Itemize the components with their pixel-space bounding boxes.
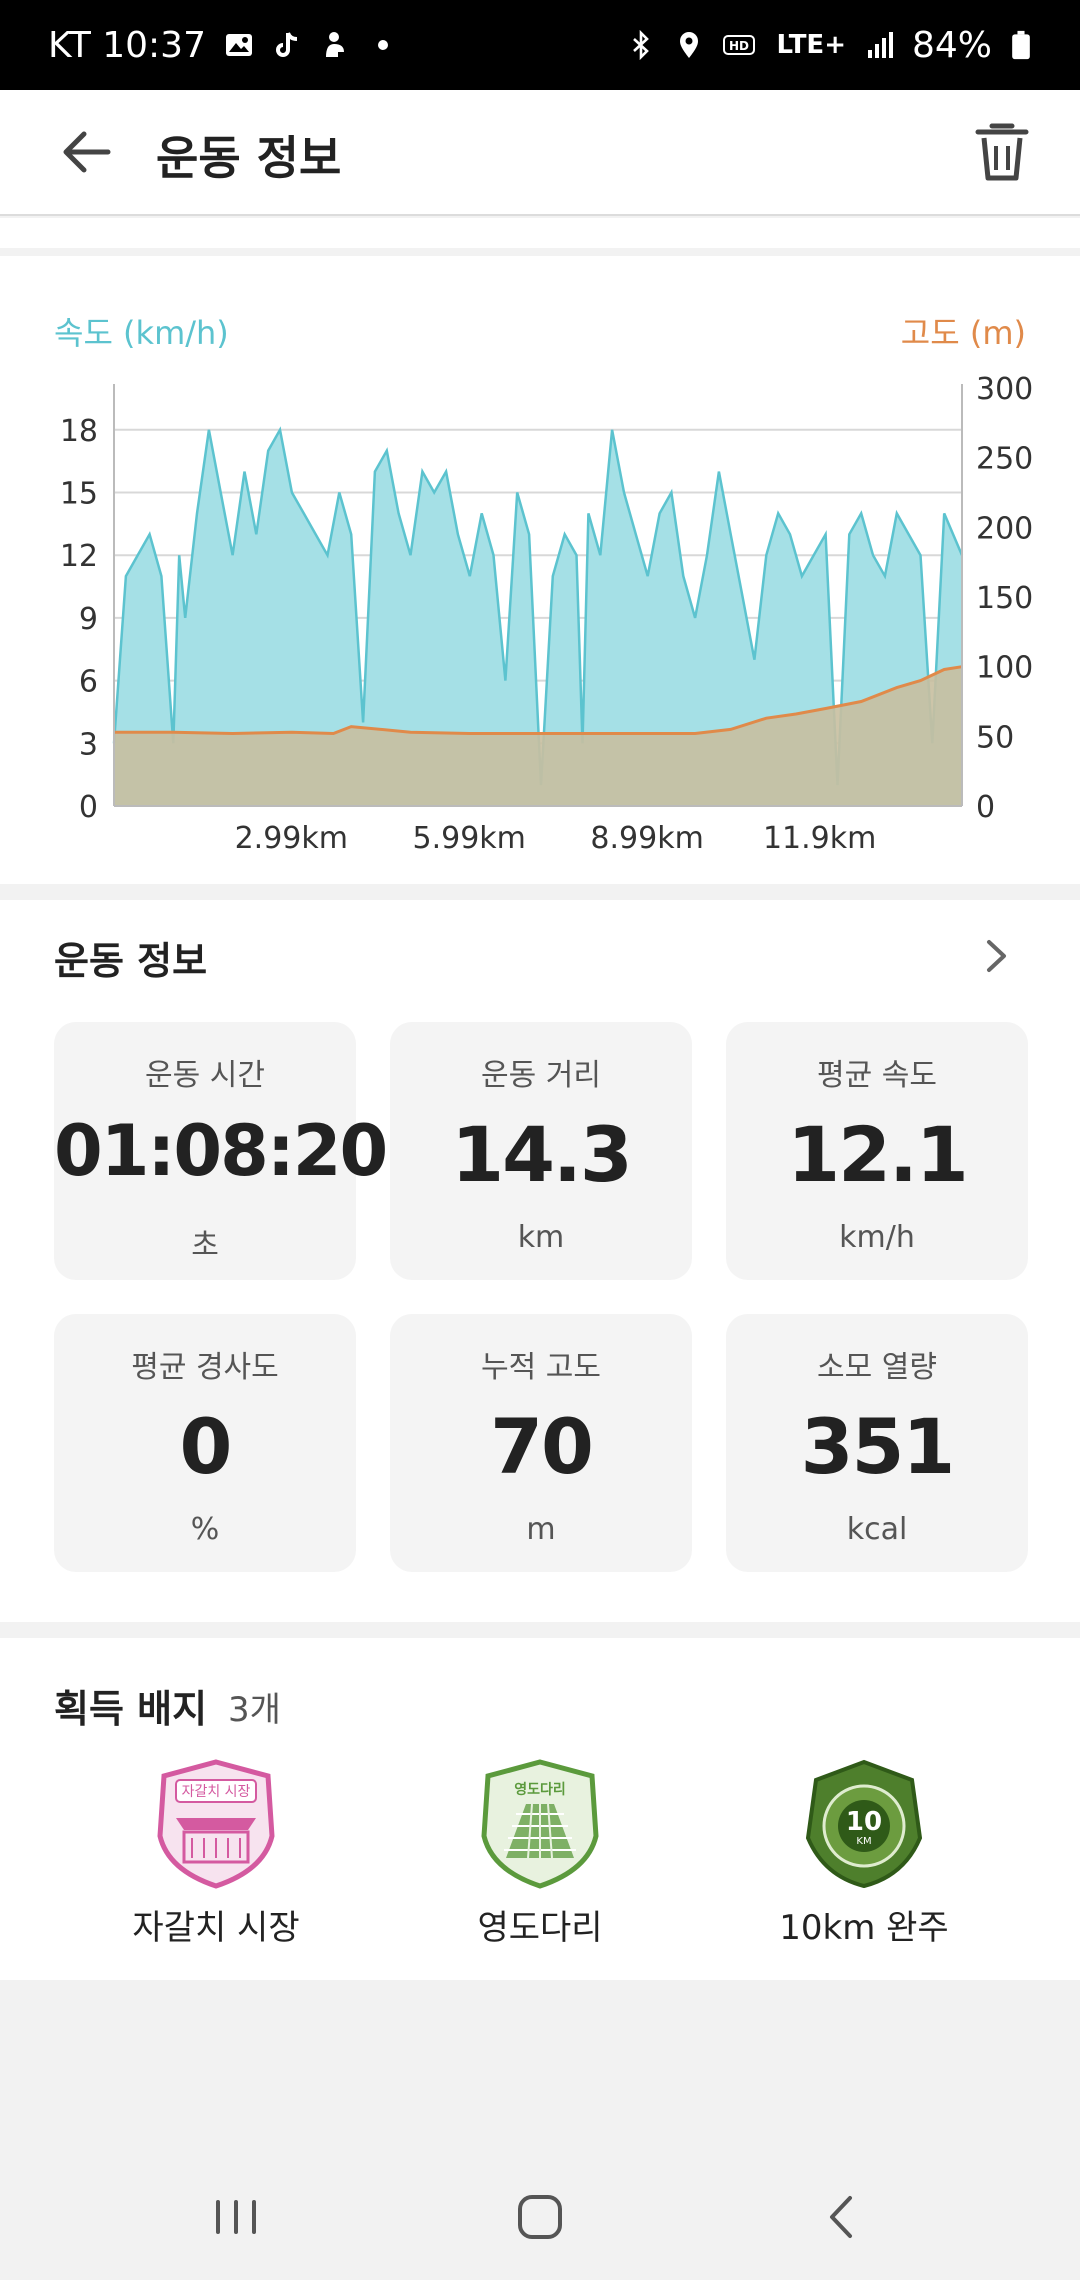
speed-altitude-chart: 0 3 6 9 12 15 18 0 50 100 150 200 250 300 2.99km 5.99km… bbox=[60, 372, 1033, 856]
battery-percent: 84% bbox=[911, 24, 992, 66]
metric-label: 운동 시간 bbox=[145, 1058, 265, 1093]
y-right-tick-label: 0 bbox=[976, 790, 995, 825]
metric-tile-duration: 운동 시간 01:08:20 초 bbox=[54, 1022, 388, 1280]
metric-value: 70 bbox=[490, 1402, 594, 1491]
app-notification-icon bbox=[326, 32, 344, 57]
badge-name: 자갈치 시장 bbox=[132, 1908, 300, 1948]
network-type: LTE+ bbox=[776, 30, 846, 60]
bluetooth-icon bbox=[633, 30, 650, 60]
svg-text:HD: HD bbox=[729, 39, 749, 53]
badge-item[interactable]: 영도다리 영도다리 bbox=[390, 1758, 690, 1949]
y-right-tick-label: 100 bbox=[976, 651, 1033, 686]
y-left-tick-label: 6 bbox=[79, 665, 98, 700]
delete-trash-icon[interactable] bbox=[972, 118, 1032, 184]
y-right-tick-label: 250 bbox=[976, 442, 1033, 477]
metric-label: 누적 고도 bbox=[481, 1350, 601, 1385]
status-bar: KT 10:37 HD LTE+ 84% bbox=[0, 0, 1080, 90]
battery-icon bbox=[1012, 30, 1030, 60]
metric-label: 운동 거리 bbox=[481, 1058, 601, 1093]
metric-unit: km/h bbox=[839, 1220, 915, 1255]
y-left-tick-label: 18 bbox=[60, 414, 98, 449]
metric-value: 14.3 bbox=[451, 1110, 633, 1199]
metric-tile-avg-grade: 평균 경사도 0 % bbox=[54, 1314, 356, 1572]
badge-emblem-text: 10 bbox=[846, 1807, 882, 1837]
more-notifications-dot-icon bbox=[378, 40, 388, 50]
bridge-badge-icon: 영도다리 bbox=[481, 1759, 599, 1889]
metric-tile-avg-speed: 평균 속도 12.1 km/h bbox=[726, 1022, 1028, 1280]
badge-name: 영도다리 bbox=[477, 1908, 603, 1948]
x-tick-label: 5.99km bbox=[413, 821, 526, 856]
badge-item[interactable]: 자갈치 시장 자갈치 시장 bbox=[66, 1758, 366, 1949]
app-bar: 운동 정보 bbox=[0, 90, 1080, 216]
speed-altitude-chart-card: 속도 (km/h) 고도 (m) 0 3 6 9 12 15 18 0 50 100 150 200 2… bbox=[0, 256, 1080, 884]
carrier-time: KT 10:37 bbox=[48, 24, 206, 66]
metric-label: 평균 경사도 bbox=[131, 1350, 279, 1385]
home-icon[interactable] bbox=[500, 2182, 580, 2252]
page-title: 운동 정보 bbox=[156, 131, 342, 185]
badge-emblem-subtext: KM bbox=[856, 1836, 871, 1847]
y-right-tick-label: 200 bbox=[976, 511, 1033, 546]
hd-voice-icon: HD bbox=[723, 35, 756, 55]
back-nav-icon[interactable] bbox=[802, 2182, 882, 2252]
metric-unit: kcal bbox=[846, 1512, 908, 1547]
metric-unit: m bbox=[526, 1512, 556, 1547]
metrics-section-title: 운동 정보 bbox=[54, 939, 208, 983]
metric-label: 소모 열량 bbox=[817, 1350, 937, 1385]
y-right-tick-label: 50 bbox=[976, 720, 1014, 755]
market-badge-icon: 자갈치 시장 bbox=[157, 1759, 275, 1889]
workout-metrics-section: 운동 정보 운동 시간 01:08:20 초 운동 거리 14.3 km 평균 … bbox=[0, 900, 1080, 1622]
chevron-right-icon[interactable] bbox=[976, 936, 1016, 976]
y-right-tick-label: 150 bbox=[976, 581, 1033, 616]
x-tick-label: 8.99km bbox=[590, 821, 703, 856]
metric-unit: km bbox=[517, 1220, 565, 1255]
y-left-tick-label: 12 bbox=[60, 539, 98, 574]
recent-apps-icon[interactable] bbox=[196, 2182, 276, 2252]
metric-label: 평균 속도 bbox=[817, 1058, 937, 1093]
metric-tile-calories: 소모 열량 351 kcal bbox=[726, 1314, 1028, 1572]
tiktok-notification-icon bbox=[276, 32, 298, 57]
metric-value: 351 bbox=[800, 1402, 956, 1491]
system-navigation-bar bbox=[0, 2152, 1080, 2280]
y-left-tick-label: 3 bbox=[79, 727, 98, 762]
y-left-tick-label: 15 bbox=[60, 477, 98, 512]
y-left-tick-label: 9 bbox=[79, 602, 98, 637]
y-right-tick-label: 300 bbox=[976, 372, 1033, 407]
badge-item[interactable]: 10 KM 10km 완주 bbox=[714, 1758, 1014, 1949]
earned-badges-section: 획득 배지 3개 자갈치 시장 자갈치 시장 영도다리 영도다리 10 KM 1… bbox=[0, 1638, 1080, 1980]
metric-value: 0 bbox=[179, 1402, 233, 1491]
metric-tile-distance: 운동 거리 14.3 km bbox=[390, 1022, 692, 1280]
cycling-10km-badge-icon: 10 KM bbox=[805, 1759, 923, 1889]
y-left-tick-label: 0 bbox=[79, 790, 98, 825]
metric-value: 01:08:20 bbox=[54, 1110, 388, 1192]
badge-emblem-text: 영도다리 bbox=[514, 1781, 566, 1798]
badge-name: 10km 완주 bbox=[779, 1908, 949, 1948]
back-arrow-icon[interactable] bbox=[56, 120, 120, 184]
metric-unit: % bbox=[190, 1512, 220, 1547]
location-icon bbox=[680, 32, 699, 58]
badge-emblem-text: 자갈치 시장 bbox=[182, 1784, 251, 1800]
x-tick-label: 2.99km bbox=[235, 821, 348, 856]
badges-count: 3개 bbox=[228, 1690, 281, 1730]
badges-section-title: 획득 배지 bbox=[54, 1687, 208, 1731]
metric-unit: 초 bbox=[191, 1228, 219, 1263]
gallery-notification-icon bbox=[226, 34, 252, 56]
signal-strength-icon bbox=[867, 32, 893, 58]
x-tick-label: 11.9km bbox=[763, 821, 876, 856]
metric-tile-elevation-gain: 누적 고도 70 m bbox=[390, 1314, 692, 1572]
metric-value: 12.1 bbox=[787, 1110, 969, 1199]
